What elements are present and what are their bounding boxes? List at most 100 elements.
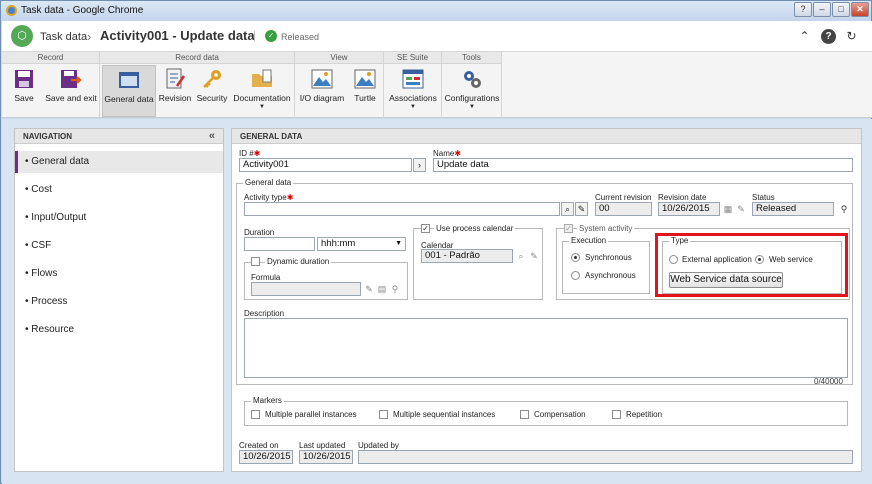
nav-item-flows[interactable]: • Flows bbox=[15, 263, 223, 285]
updated-by-field bbox=[358, 450, 853, 464]
save-and-exit-icon bbox=[61, 70, 82, 88]
close-window-button[interactable]: ✕ bbox=[851, 2, 869, 17]
ribbon-group-view: View I/O diagram Turtle bbox=[295, 52, 384, 118]
associations-button[interactable]: Associations ▼ bbox=[387, 65, 439, 117]
breadcrumb-chevron-icon: › bbox=[87, 29, 92, 44]
nav-item-process[interactable]: • Process bbox=[15, 291, 223, 313]
asynchronous-radio[interactable] bbox=[571, 271, 580, 280]
save-icon bbox=[15, 70, 33, 88]
nav-item-resource[interactable]: • Resource bbox=[15, 319, 223, 341]
content-area: NAVIGATION « • General data • Cost • Inp… bbox=[2, 119, 872, 484]
save-button[interactable]: Save bbox=[5, 65, 43, 117]
binoculars-icon[interactable]: ⚲ bbox=[838, 203, 850, 215]
configurations-dropdown-icon: ▼ bbox=[469, 104, 475, 110]
calendar-group bbox=[413, 228, 543, 300]
activity-type-field[interactable] bbox=[244, 202, 560, 216]
last-updated-label: Last updated bbox=[299, 441, 346, 450]
duration-field[interactable] bbox=[244, 237, 315, 251]
created-on-label: Created on bbox=[239, 441, 279, 450]
clear-date-icon: ✎ bbox=[737, 204, 745, 214]
multiple-sequential-checkbox[interactable] bbox=[379, 410, 388, 419]
calendar-clear-icon: ✎ bbox=[530, 251, 538, 261]
updated-by-label: Updated by bbox=[358, 441, 399, 450]
activity-type-clear-icon[interactable]: ✎ bbox=[575, 202, 588, 216]
execution-legend: Execution bbox=[569, 236, 609, 245]
name-field[interactable]: Update data bbox=[433, 158, 853, 172]
general-data-icon bbox=[119, 72, 139, 88]
minimize-button[interactable]: – bbox=[813, 2, 831, 17]
save-and-exit-button[interactable]: Save and exit bbox=[45, 65, 97, 117]
revision-icon bbox=[166, 68, 186, 89]
panel-title: GENERAL DATA bbox=[232, 129, 861, 144]
general-data-legend: General data bbox=[243, 178, 294, 187]
execution-group: Execution bbox=[562, 236, 650, 294]
id-arrow-button[interactable]: › bbox=[413, 158, 426, 172]
ribbon-group-label: Record bbox=[2, 52, 99, 64]
system-activity-checkbox: ✓ bbox=[564, 224, 573, 233]
window-title: Task data - Google Chrome bbox=[21, 5, 144, 16]
configurations-button[interactable]: Configurations ▼ bbox=[444, 65, 500, 117]
general-data-button[interactable]: General data bbox=[102, 65, 156, 117]
synchronous-radio[interactable] bbox=[571, 253, 580, 262]
browser-window: Task data - Google Chrome ? – □ ✕ ⬡ Task… bbox=[0, 0, 872, 484]
duration-unit-select[interactable]: hhh:mm ▼ bbox=[317, 237, 406, 251]
ribbon-group-se-suite: SE Suite Associations ▼ bbox=[384, 52, 442, 118]
description-counter: 0/40000 bbox=[814, 377, 843, 386]
collapse-panel-icon[interactable]: « bbox=[209, 130, 215, 142]
chrome-icon bbox=[6, 5, 17, 16]
calendar-field: 001 - Padrão bbox=[421, 249, 513, 263]
maximize-button[interactable]: □ bbox=[832, 2, 850, 17]
app-header: ⬡ Task data › Activity001 - Update data … bbox=[2, 21, 872, 52]
formula-edit-icon: ✎ bbox=[365, 284, 373, 294]
security-button[interactable]: Security bbox=[194, 65, 230, 117]
dynamic-duration-checkbox[interactable] bbox=[251, 257, 260, 266]
app-logo-icon: ⬡ bbox=[11, 25, 33, 47]
nav-item-input-output[interactable]: • Input/Output bbox=[15, 207, 223, 229]
ribbon-group-tools: Tools Configurations ▼ bbox=[442, 52, 502, 118]
name-label: Name✱ bbox=[433, 149, 462, 158]
documentation-button[interactable]: Documentation ▼ bbox=[232, 65, 292, 117]
nav-item-cost[interactable]: • Cost bbox=[15, 179, 223, 201]
current-revision-label: Current revision bbox=[595, 193, 652, 202]
help-window-button[interactable]: ? bbox=[794, 2, 812, 17]
associations-dropdown-icon: ▼ bbox=[410, 104, 416, 110]
turtle-icon bbox=[354, 69, 376, 89]
use-process-calendar-checkbox[interactable]: ✓ bbox=[421, 224, 430, 233]
calendar-search-icon: ⌕ bbox=[518, 251, 524, 261]
id-field[interactable]: Activity001 bbox=[239, 158, 412, 172]
refresh-icon[interactable]: ↻ bbox=[844, 29, 859, 44]
description-label: Description bbox=[244, 309, 285, 318]
gear-icon bbox=[464, 71, 481, 88]
ribbon-group-record: Record Save Save and exit bbox=[2, 52, 100, 118]
help-icon[interactable]: ? bbox=[821, 29, 836, 44]
ribbon-group-label: Record data bbox=[100, 52, 294, 64]
synchronous-label: Synchronous bbox=[585, 253, 632, 262]
repetition-checkbox[interactable] bbox=[612, 410, 621, 419]
revision-button[interactable]: Revision bbox=[158, 65, 192, 117]
ribbon-group-label: View bbox=[295, 52, 383, 64]
turtle-button[interactable]: Turtle bbox=[349, 65, 381, 117]
page-title: Activity001 - Update data bbox=[100, 28, 255, 43]
collapse-up-icon[interactable]: ⌃ bbox=[797, 29, 812, 44]
nav-item-general-data[interactable]: • General data bbox=[15, 151, 223, 173]
general-data-panel: GENERAL DATA ID #✱ Activity001 › Name✱ U… bbox=[231, 128, 862, 472]
compensation-label: Compensation bbox=[534, 410, 586, 419]
last-updated-field: 10/26/2015 bbox=[299, 450, 353, 464]
nav-item-csf[interactable]: • CSF bbox=[15, 235, 223, 257]
multiple-parallel-checkbox[interactable] bbox=[251, 410, 260, 419]
description-textarea[interactable] bbox=[244, 318, 848, 378]
app-name[interactable]: Task data bbox=[40, 31, 87, 43]
activity-type-search-icon[interactable]: ⌕ bbox=[561, 202, 574, 216]
header-separator: | bbox=[253, 30, 256, 42]
io-diagram-button[interactable]: I/O diagram bbox=[298, 65, 346, 117]
ribbon-group-label: Tools bbox=[442, 52, 501, 64]
io-diagram-icon bbox=[311, 69, 333, 89]
duration-label: Duration bbox=[244, 228, 275, 237]
formula-calc-icon: ▤ bbox=[377, 284, 387, 294]
ribbon-group-label: SE Suite bbox=[384, 52, 441, 64]
navigation-title: NAVIGATION bbox=[15, 129, 223, 144]
navigation-panel: NAVIGATION « • General data • Cost • Inp… bbox=[14, 128, 224, 472]
compensation-checkbox[interactable] bbox=[520, 410, 529, 419]
formula-search-icon: ⚲ bbox=[391, 284, 399, 294]
current-revision-field: 00 bbox=[595, 202, 652, 216]
